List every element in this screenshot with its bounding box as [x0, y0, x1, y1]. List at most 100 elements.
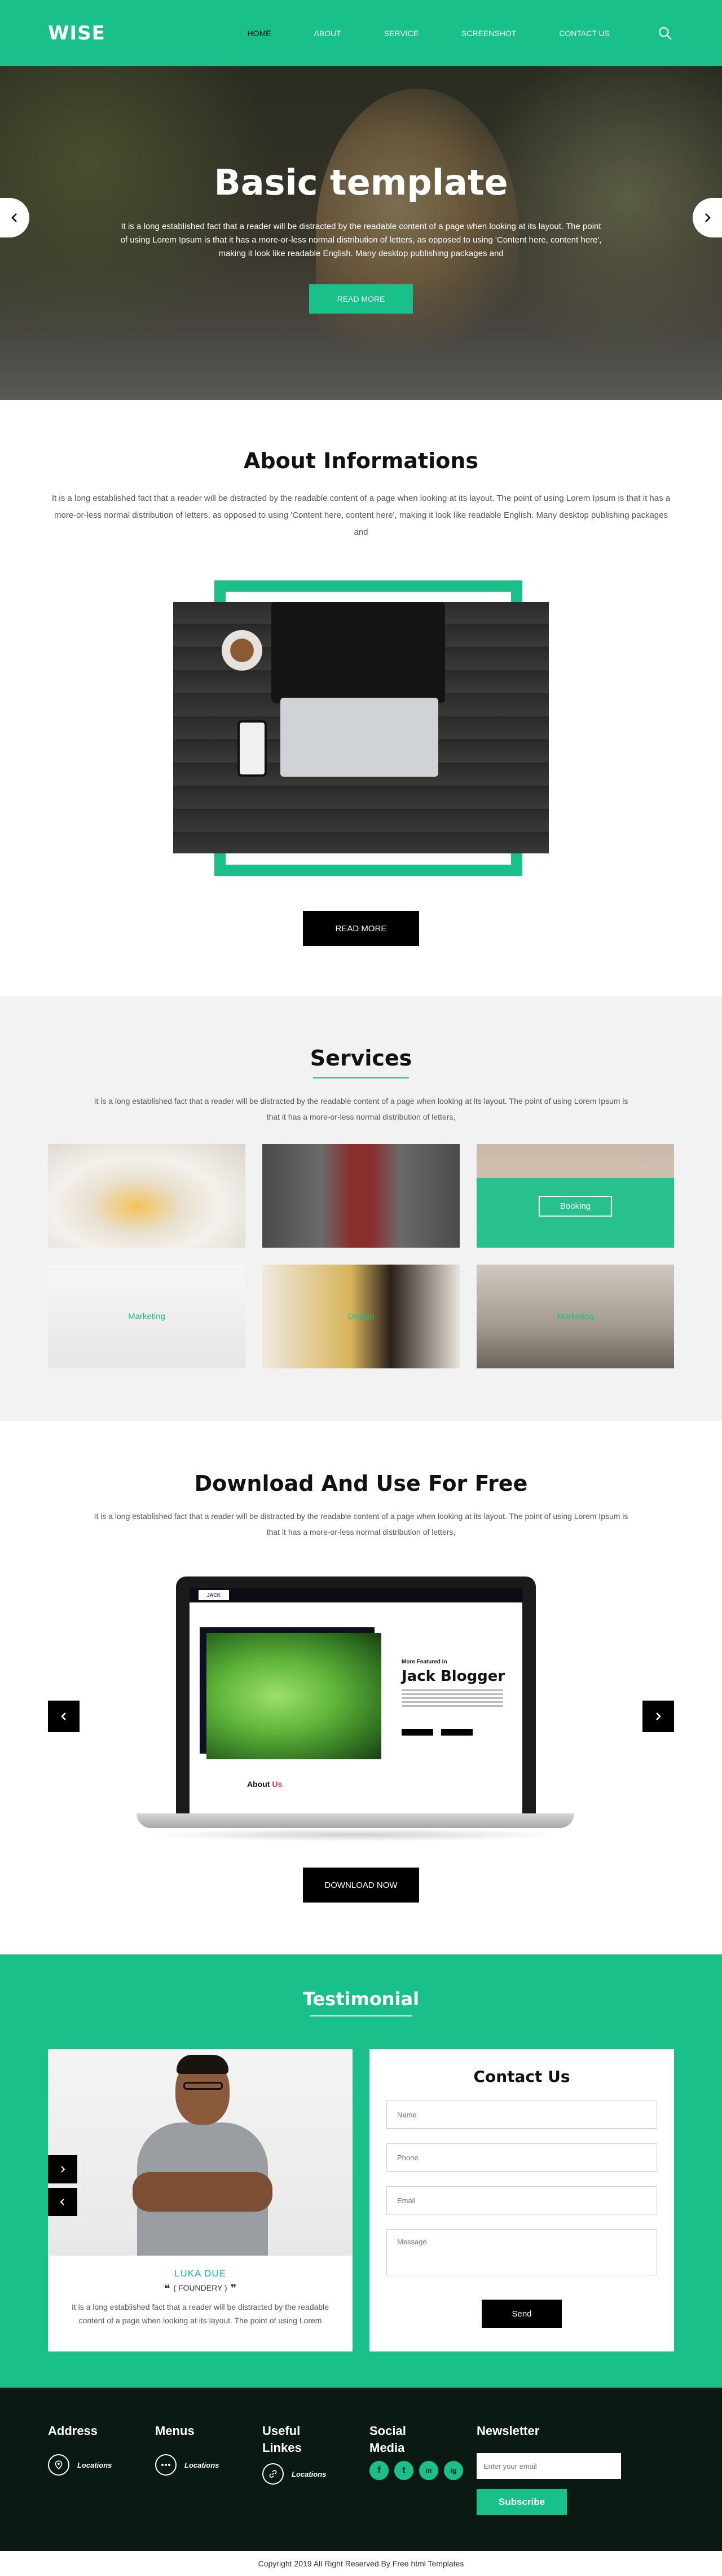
about-read-more-button[interactable]: READ MORE [303, 911, 419, 946]
mockup-leaf-image [206, 1633, 381, 1759]
testimonial-title: Testimonial [302, 1988, 420, 2010]
service-card-booking[interactable]: Booking [477, 1144, 674, 1248]
testimonial-text: It is a long established fact that a rea… [71, 2302, 329, 2325]
mockup-logo: JACK [199, 1590, 229, 1600]
testimonial-prev-button[interactable] [48, 2188, 77, 2216]
footer-social-media: Social Media f t in ig [369, 2423, 469, 2480]
chevron-right-icon [705, 213, 711, 222]
nav-contact-us[interactable]: CONTACT US [559, 29, 610, 38]
subscribe-button[interactable]: Subscribe [477, 2489, 567, 2515]
search-icon [659, 27, 672, 40]
about-text: It is a long established fact that a rea… [51, 494, 671, 537]
testimonial-section: Testimonial LUKA DUE ❝( FOUNDERY ) ❞ It i… [0, 1954, 722, 2388]
about-section: About Informations It is a long establis… [0, 400, 722, 996]
mockup-featured: More Featured in [402, 1659, 447, 1665]
booking-button[interactable]: Booking [538, 1196, 613, 1217]
logo[interactable]: WISE [48, 22, 105, 45]
chevron-left-icon [11, 213, 17, 222]
footer-newsletter-heading: Newsletter [477, 2424, 540, 2438]
coffee-cup-image [222, 630, 262, 671]
nav-home[interactable]: HOME [248, 29, 271, 38]
testimonial-role: ( FOUNDERY ) [173, 2283, 227, 2293]
chevron-right-icon [61, 2166, 65, 2173]
mockup-about-heading: About Us [247, 1780, 283, 1789]
testimonial-photo [48, 2049, 353, 2256]
laptop-image [271, 602, 445, 703]
main-nav: HOME ABOUT SERVICE SCREENSHOT CONTACT US [205, 24, 674, 42]
facebook-icon[interactable]: f [369, 2461, 389, 2480]
service-label-design: Design [347, 1311, 375, 1322]
laptop-screen: JACK More Featured in Jack Blogger About… [190, 1588, 522, 1813]
footer-useful-links: Useful Linkes Locations [262, 2423, 326, 2485]
quote-close-icon: ❞ [230, 2283, 237, 2294]
services-section: Services It is a long established fact t… [0, 996, 722, 1421]
testimonial-next-button[interactable] [48, 2155, 77, 2183]
hero-read-more-button[interactable]: READ MORE [309, 284, 413, 314]
hero-title: Basic template [214, 162, 508, 203]
hero-text: It is a long established fact that a rea… [120, 222, 602, 258]
phone-image [237, 720, 267, 777]
service-card-marketing[interactable]: Marketing [48, 1265, 245, 1368]
mockup-title: Jack Blogger [402, 1668, 505, 1685]
footer-social-heading: Social Media [369, 2424, 406, 2455]
services-grid: Booking Marketing Design Marketing [48, 1144, 674, 1368]
instagram-icon[interactable]: ig [444, 2461, 463, 2480]
chevron-left-icon [60, 2199, 64, 2205]
download-now-button[interactable]: DOWNLOAD NOW [303, 1868, 419, 1903]
footer-useful-location[interactable]: Locations [262, 2463, 326, 2485]
link-icon [262, 2463, 284, 2485]
footer-menus-heading: Menus [155, 2424, 195, 2438]
footer-menus-location[interactable]: Locations [155, 2454, 219, 2476]
service-label-marketing: Marketing [128, 1311, 165, 1322]
testimonial-name: LUKA DUE [174, 2268, 227, 2279]
service-card-marketing-2[interactable]: Marketing [477, 1265, 674, 1368]
contact-email-input[interactable] [386, 2186, 657, 2214]
search-button[interactable] [656, 24, 674, 42]
hero-banner: Basic template It is a long established … [0, 66, 722, 400]
footer-address-location[interactable]: Locations [48, 2454, 112, 2476]
footer-address-heading: Address [48, 2424, 98, 2438]
linkedin-icon[interactable]: in [419, 2461, 438, 2480]
site-header: WISE HOME ABOUT SERVICE SCREENSHOT CONTA… [0, 0, 722, 66]
map-pin-icon [48, 2454, 69, 2476]
mockup-nav: JACK [190, 1588, 522, 1602]
nav-service[interactable]: SERVICE [384, 29, 419, 38]
screenshot-next-button[interactable] [642, 1701, 674, 1732]
about-title: About Informations [244, 448, 478, 473]
copyright-text: Copyright 2019 All Right Reserved By Fre… [0, 2551, 722, 2576]
twitter-icon[interactable]: t [394, 2461, 413, 2480]
social-icons: f t in ig [369, 2461, 469, 2480]
laptop-mockup: JACK More Featured in Jack Blogger About… [176, 1577, 536, 1813]
services-title: Services [310, 1046, 412, 1071]
chevron-right-icon [656, 1712, 661, 1720]
contact-phone-input[interactable] [386, 2143, 657, 2172]
service-label-marketing-2: Marketing [557, 1311, 594, 1322]
contact-form: Contact Us Send [369, 2049, 674, 2352]
nav-screenshot[interactable]: SCREENSHOT [461, 29, 516, 38]
footer-newsletter: Newsletter Subscribe [477, 2423, 621, 2515]
contact-name-input[interactable] [386, 2101, 657, 2129]
contact-title: Contact Us [473, 2067, 570, 2086]
newsletter-email-input[interactable] [477, 2453, 621, 2479]
laptop-base [137, 1813, 574, 1828]
footer-menus: Menus Locations [155, 2423, 219, 2476]
service-card-man[interactable] [262, 1144, 460, 1248]
testimonial-role-row: ❝( FOUNDERY ) ❞ [48, 2283, 353, 2295]
nav-about[interactable]: ABOUT [314, 29, 341, 38]
more-dots-icon [155, 2454, 177, 2476]
service-card-cake[interactable] [48, 1144, 245, 1248]
hero-content: Basic template It is a long established … [107, 162, 615, 314]
services-title-underline [313, 1077, 409, 1078]
screenshot-prev-button[interactable] [48, 1701, 80, 1732]
download-title: Download And Use For Free [194, 1471, 528, 1496]
download-section: Download And Use For Free It is a long e… [0, 1421, 722, 1954]
footer-address: Address Locations [48, 2423, 112, 2476]
contact-message-input[interactable] [386, 2229, 657, 2275]
site-footer: Address Locations Menus Locations Useful… [0, 2388, 722, 2551]
service-card-design[interactable]: Design [262, 1265, 460, 1368]
testimonial-title-underline [310, 2015, 412, 2016]
services-text: It is a long established fact that a rea… [94, 1097, 628, 1121]
about-image [173, 602, 549, 853]
quote-open-icon: ❝ [164, 2283, 170, 2294]
send-button[interactable]: Send [482, 2300, 562, 2328]
